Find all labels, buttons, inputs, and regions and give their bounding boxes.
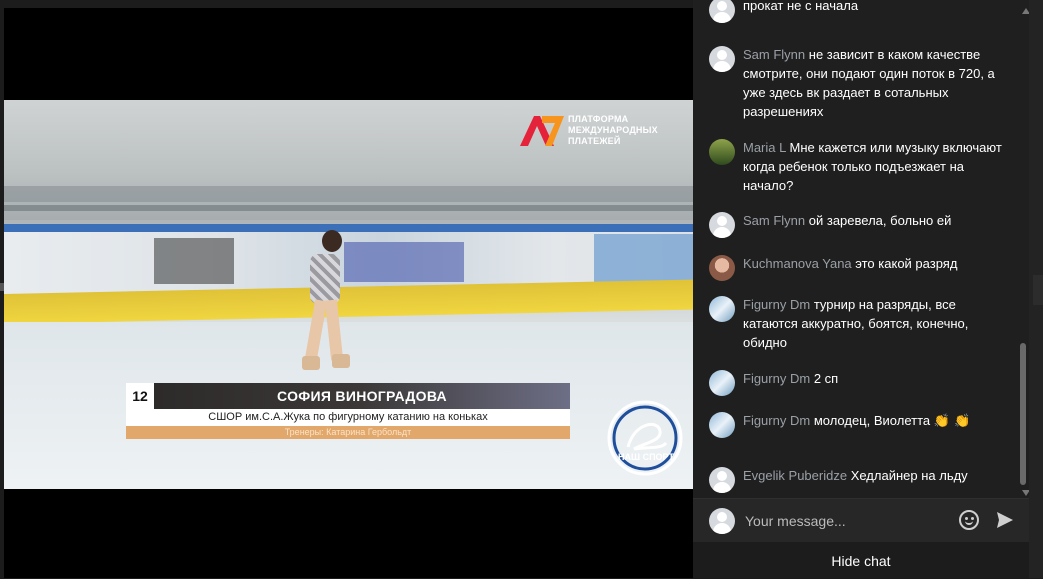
skater-figure — [274, 230, 364, 380]
skater-leg — [324, 299, 344, 361]
message-text: Хедлайнер на льду — [850, 468, 968, 483]
message-author[interactable]: Figurny Dm — [743, 371, 810, 386]
message-text: прокат не с начала — [743, 0, 859, 13]
sponsor-text: ПЛАТФОРМА МЕЖДУНАРОДНЫХ ПЛАТЕЖЕЙ — [568, 114, 658, 146]
user-avatar-icon[interactable] — [709, 412, 735, 438]
user-avatar-icon[interactable] — [709, 370, 735, 396]
clap-emoji-icon: 👏 👏 — [933, 414, 971, 429]
message-author[interactable]: Evgelik Puberidze — [743, 468, 847, 483]
user-avatar-icon[interactable] — [709, 46, 735, 72]
user-avatar-icon[interactable] — [709, 139, 735, 165]
chat-message: Sam Flynn не зависит в каком качестве см… — [709, 45, 1009, 121]
left-edge-handle — [0, 283, 4, 291]
message-text: 2 сп — [813, 371, 839, 386]
sponsor-logo: ПЛАТФОРМА МЕЖДУНАРОДНЫХ ПЛАТЕЖЕЙ — [518, 112, 678, 150]
message-author[interactable]: Sam Flynn — [743, 213, 805, 228]
athlete-coach: Тренеры: Катарина Гербольдт — [126, 426, 570, 439]
user-avatar-icon[interactable] — [709, 255, 735, 281]
message-input[interactable] — [743, 509, 947, 533]
chat-message-list[interactable]: прокат не с начала Sam Flynn не зависит … — [693, 0, 1029, 498]
sponsor-a7-icon — [520, 116, 564, 146]
user-avatar-icon[interactable] — [709, 0, 735, 23]
channel-logo-text: НАШ СПОРТ — [618, 452, 674, 462]
skater-leg — [304, 299, 328, 361]
right-edge-handle[interactable] — [1033, 275, 1043, 305]
user-avatar-icon[interactable] — [709, 296, 735, 322]
message-author[interactable]: Sam Flynn — [743, 47, 805, 62]
user-avatar-icon[interactable] — [709, 467, 735, 493]
message-author[interactable]: Kuchmanova Yana — [743, 256, 852, 271]
skater-head — [322, 230, 342, 252]
message-author[interactable]: Maria L — [743, 140, 786, 155]
skater-boot — [332, 354, 350, 368]
send-icon[interactable] — [996, 511, 1014, 529]
chat-panel: прокат не с начала Sam Flynn не зависит … — [693, 0, 1043, 578]
chat-message: Figurny Dm молодец, Виолетта 👏 👏 — [709, 411, 1009, 438]
skater-boot — [302, 356, 320, 370]
message-text: молодец, Виолетта — [813, 413, 931, 428]
board-advert — [154, 238, 234, 284]
video-frame[interactable]: ПЛАТФОРМА МЕЖДУНАРОДНЫХ ПЛАТЕЖЕЙ НАШ СПО… — [4, 100, 693, 489]
user-avatar-icon — [709, 508, 735, 534]
athlete-name: СОФИЯ ВИНОГРАДОВА — [154, 383, 570, 409]
message-composer — [693, 498, 1029, 543]
chat-message: Figurny Dm 2 сп — [709, 369, 1009, 396]
athlete-lower-third: 12 СОФИЯ ВИНОГРАДОВА СШОР им.С.А.Жука по… — [126, 383, 570, 439]
channel-logo-icon — [607, 400, 683, 476]
video-player[interactable]: ПЛАТФОРМА МЕЖДУНАРОДНЫХ ПЛАТЕЖЕЙ НАШ СПО… — [4, 8, 693, 578]
chat-message: Evgelik Puberidze Хедлайнер на льду — [709, 466, 1009, 493]
athlete-club: СШОР им.С.А.Жука по фигурному катанию на… — [126, 409, 570, 426]
rink-rail-lower — [4, 205, 693, 211]
chat-message: прокат не с начала — [709, 0, 1009, 23]
user-avatar-icon[interactable] — [709, 212, 735, 238]
hide-chat-button[interactable]: Hide chat — [693, 542, 1029, 578]
chat-message: Maria L Мне кажется или музыку включают … — [709, 138, 1009, 195]
message-author[interactable]: Figurny Dm — [743, 413, 810, 428]
chat-message: Figurny Dm турнир на разряды, все катают… — [709, 295, 1009, 352]
chat-message: Kuchmanova Yana это какой разряд — [709, 254, 1009, 281]
emoji-icon[interactable] — [959, 510, 979, 530]
emoji-mouth — [965, 520, 973, 525]
message-text: ой заревела, больно ей — [808, 213, 952, 228]
chat-scrollbar-thumb[interactable] — [1020, 343, 1026, 485]
rink-rail — [4, 186, 693, 202]
skater-dress — [310, 254, 340, 304]
message-text: это какой разряд — [855, 256, 958, 271]
message-author[interactable]: Figurny Dm — [743, 297, 810, 312]
start-number: 12 — [126, 383, 154, 409]
chat-message: Sam Flynn ой заревела, больно ей — [709, 211, 1009, 238]
